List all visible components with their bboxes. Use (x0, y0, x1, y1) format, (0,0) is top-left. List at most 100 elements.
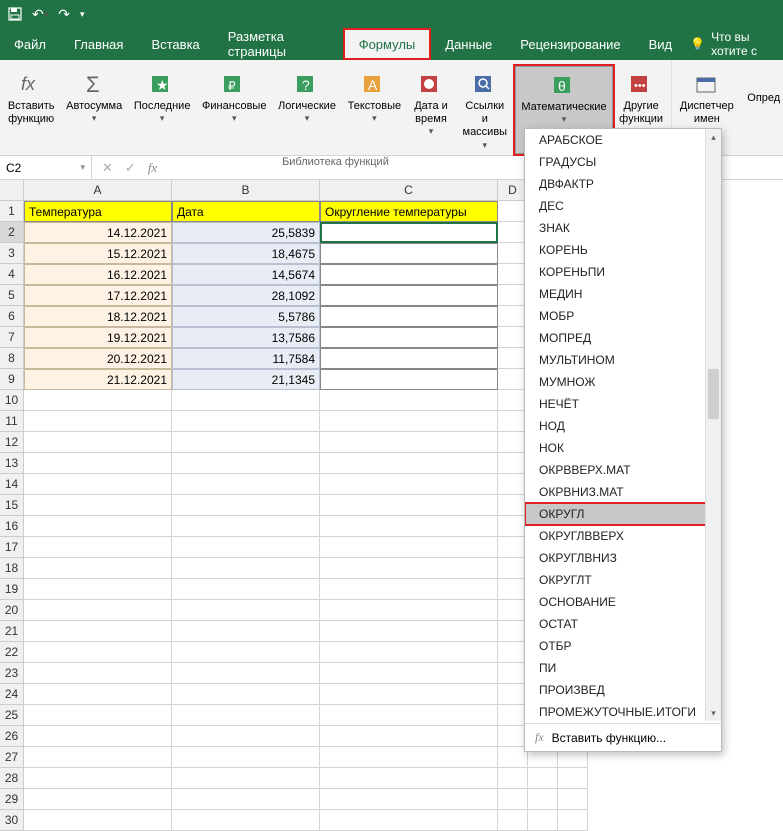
cell[interactable]: 18.12.2021 (24, 306, 172, 327)
cell[interactable] (528, 810, 558, 831)
function-item[interactable]: ПИ (525, 657, 721, 679)
financial-button[interactable]: ₽ Финансовые▾ (196, 66, 272, 154)
cell[interactable] (320, 474, 498, 495)
cell[interactable] (24, 579, 172, 600)
cell[interactable] (172, 579, 320, 600)
function-item[interactable]: КОРЕНЬ (525, 239, 721, 261)
namebox-dropdown-icon[interactable]: ▾ (80, 162, 85, 173)
cell[interactable] (24, 411, 172, 432)
cell[interactable]: 21,1345 (172, 369, 320, 390)
define-name-button[interactable]: Опред (740, 66, 783, 130)
cell[interactable]: 19.12.2021 (24, 327, 172, 348)
cell[interactable] (172, 726, 320, 747)
cell[interactable] (528, 789, 558, 810)
row-header[interactable]: 24 (0, 684, 24, 705)
function-item[interactable]: ДВФАКТР (525, 173, 721, 195)
cell[interactable]: Округление температуры (320, 201, 498, 222)
cell[interactable] (320, 810, 498, 831)
cell[interactable] (320, 558, 498, 579)
cell[interactable]: 5,5786 (172, 306, 320, 327)
row-header[interactable]: 21 (0, 621, 24, 642)
row-header[interactable]: 23 (0, 663, 24, 684)
tab-view[interactable]: Вид (635, 28, 687, 60)
cell[interactable]: 15.12.2021 (24, 243, 172, 264)
cell[interactable] (320, 768, 498, 789)
cell[interactable]: 17.12.2021 (24, 285, 172, 306)
row-header[interactable]: 4 (0, 264, 24, 285)
cell[interactable] (320, 789, 498, 810)
row-header[interactable]: 9 (0, 369, 24, 390)
row-header[interactable]: 25 (0, 705, 24, 726)
row-header[interactable]: 30 (0, 810, 24, 831)
tell-me-search[interactable]: 💡 Что вы хотите с (690, 30, 783, 58)
function-item[interactable]: ОКРУГЛТ (525, 569, 721, 591)
row-header[interactable]: 6 (0, 306, 24, 327)
cell[interactable] (24, 495, 172, 516)
cell[interactable] (24, 726, 172, 747)
tab-layout[interactable]: Разметка страницы (214, 28, 343, 60)
cell[interactable] (24, 705, 172, 726)
undo-button[interactable]: ↶▾ (32, 6, 48, 23)
cell[interactable] (172, 621, 320, 642)
cell[interactable] (558, 789, 588, 810)
qat-customize[interactable]: ▾ (80, 9, 85, 20)
tab-file[interactable]: Файл (0, 28, 60, 60)
cell[interactable] (172, 516, 320, 537)
cell[interactable] (320, 390, 498, 411)
logical-button[interactable]: ? Логические▾ (272, 66, 342, 154)
cell[interactable] (172, 642, 320, 663)
cell[interactable] (172, 810, 320, 831)
function-item[interactable]: ОКРУГЛ (525, 503, 721, 525)
cell[interactable] (498, 810, 528, 831)
cell[interactable]: 20.12.2021 (24, 348, 172, 369)
cell[interactable]: 18,4675 (172, 243, 320, 264)
cell[interactable] (320, 264, 498, 285)
fx-icon[interactable]: fx (148, 160, 157, 176)
cell[interactable] (24, 537, 172, 558)
cell[interactable] (24, 516, 172, 537)
function-item[interactable]: МУМНОЖ (525, 371, 721, 393)
text-functions-button[interactable]: A Текстовые▾ (342, 66, 407, 154)
cell[interactable] (24, 600, 172, 621)
tab-review[interactable]: Рецензирование (506, 28, 634, 60)
cancel-formula-icon[interactable]: ✕ (102, 160, 113, 176)
row-header[interactable]: 17 (0, 537, 24, 558)
function-item[interactable]: НОК (525, 437, 721, 459)
cell[interactable] (320, 579, 498, 600)
row-header[interactable]: 3 (0, 243, 24, 264)
row-header[interactable]: 26 (0, 726, 24, 747)
autosum-button[interactable]: Σ Автосумма▾ (60, 66, 128, 154)
function-item[interactable]: МЕДИН (525, 283, 721, 305)
cell[interactable] (320, 243, 498, 264)
cell[interactable]: Дата (172, 201, 320, 222)
cell[interactable]: 14.12.2021 (24, 222, 172, 243)
cell[interactable] (24, 474, 172, 495)
function-item[interactable]: ОКРУГЛВНИЗ (525, 547, 721, 569)
name-box[interactable]: C2 ▾ (0, 156, 92, 180)
cell[interactable] (172, 789, 320, 810)
cell[interactable]: 21.12.2021 (24, 369, 172, 390)
row-header[interactable]: 19 (0, 579, 24, 600)
cell[interactable] (172, 558, 320, 579)
cell[interactable] (172, 474, 320, 495)
cell[interactable] (320, 726, 498, 747)
row-header[interactable]: 1 (0, 201, 24, 222)
function-item[interactable]: ПРОМЕЖУТОЧНЫЕ.ИТОГИ (525, 701, 721, 723)
function-item[interactable]: ДЕС (525, 195, 721, 217)
row-header[interactable]: 8 (0, 348, 24, 369)
cell[interactable]: Температура (24, 201, 172, 222)
tab-data[interactable]: Данные (431, 28, 506, 60)
function-item[interactable]: ПРОИЗВЕД (525, 679, 721, 701)
cell[interactable]: 11,7584 (172, 348, 320, 369)
cell[interactable] (172, 684, 320, 705)
scroll-up-icon[interactable]: ▴ (706, 129, 721, 145)
tab-home[interactable]: Главная (60, 28, 137, 60)
cell[interactable] (24, 621, 172, 642)
redo-button[interactable]: ↷ (58, 6, 70, 23)
cell[interactable] (320, 285, 498, 306)
cell[interactable] (172, 747, 320, 768)
row-header[interactable]: 27 (0, 747, 24, 768)
function-item[interactable]: ГРАДУСЫ (525, 151, 721, 173)
col-header-A[interactable]: A (24, 180, 172, 201)
cell[interactable] (24, 684, 172, 705)
